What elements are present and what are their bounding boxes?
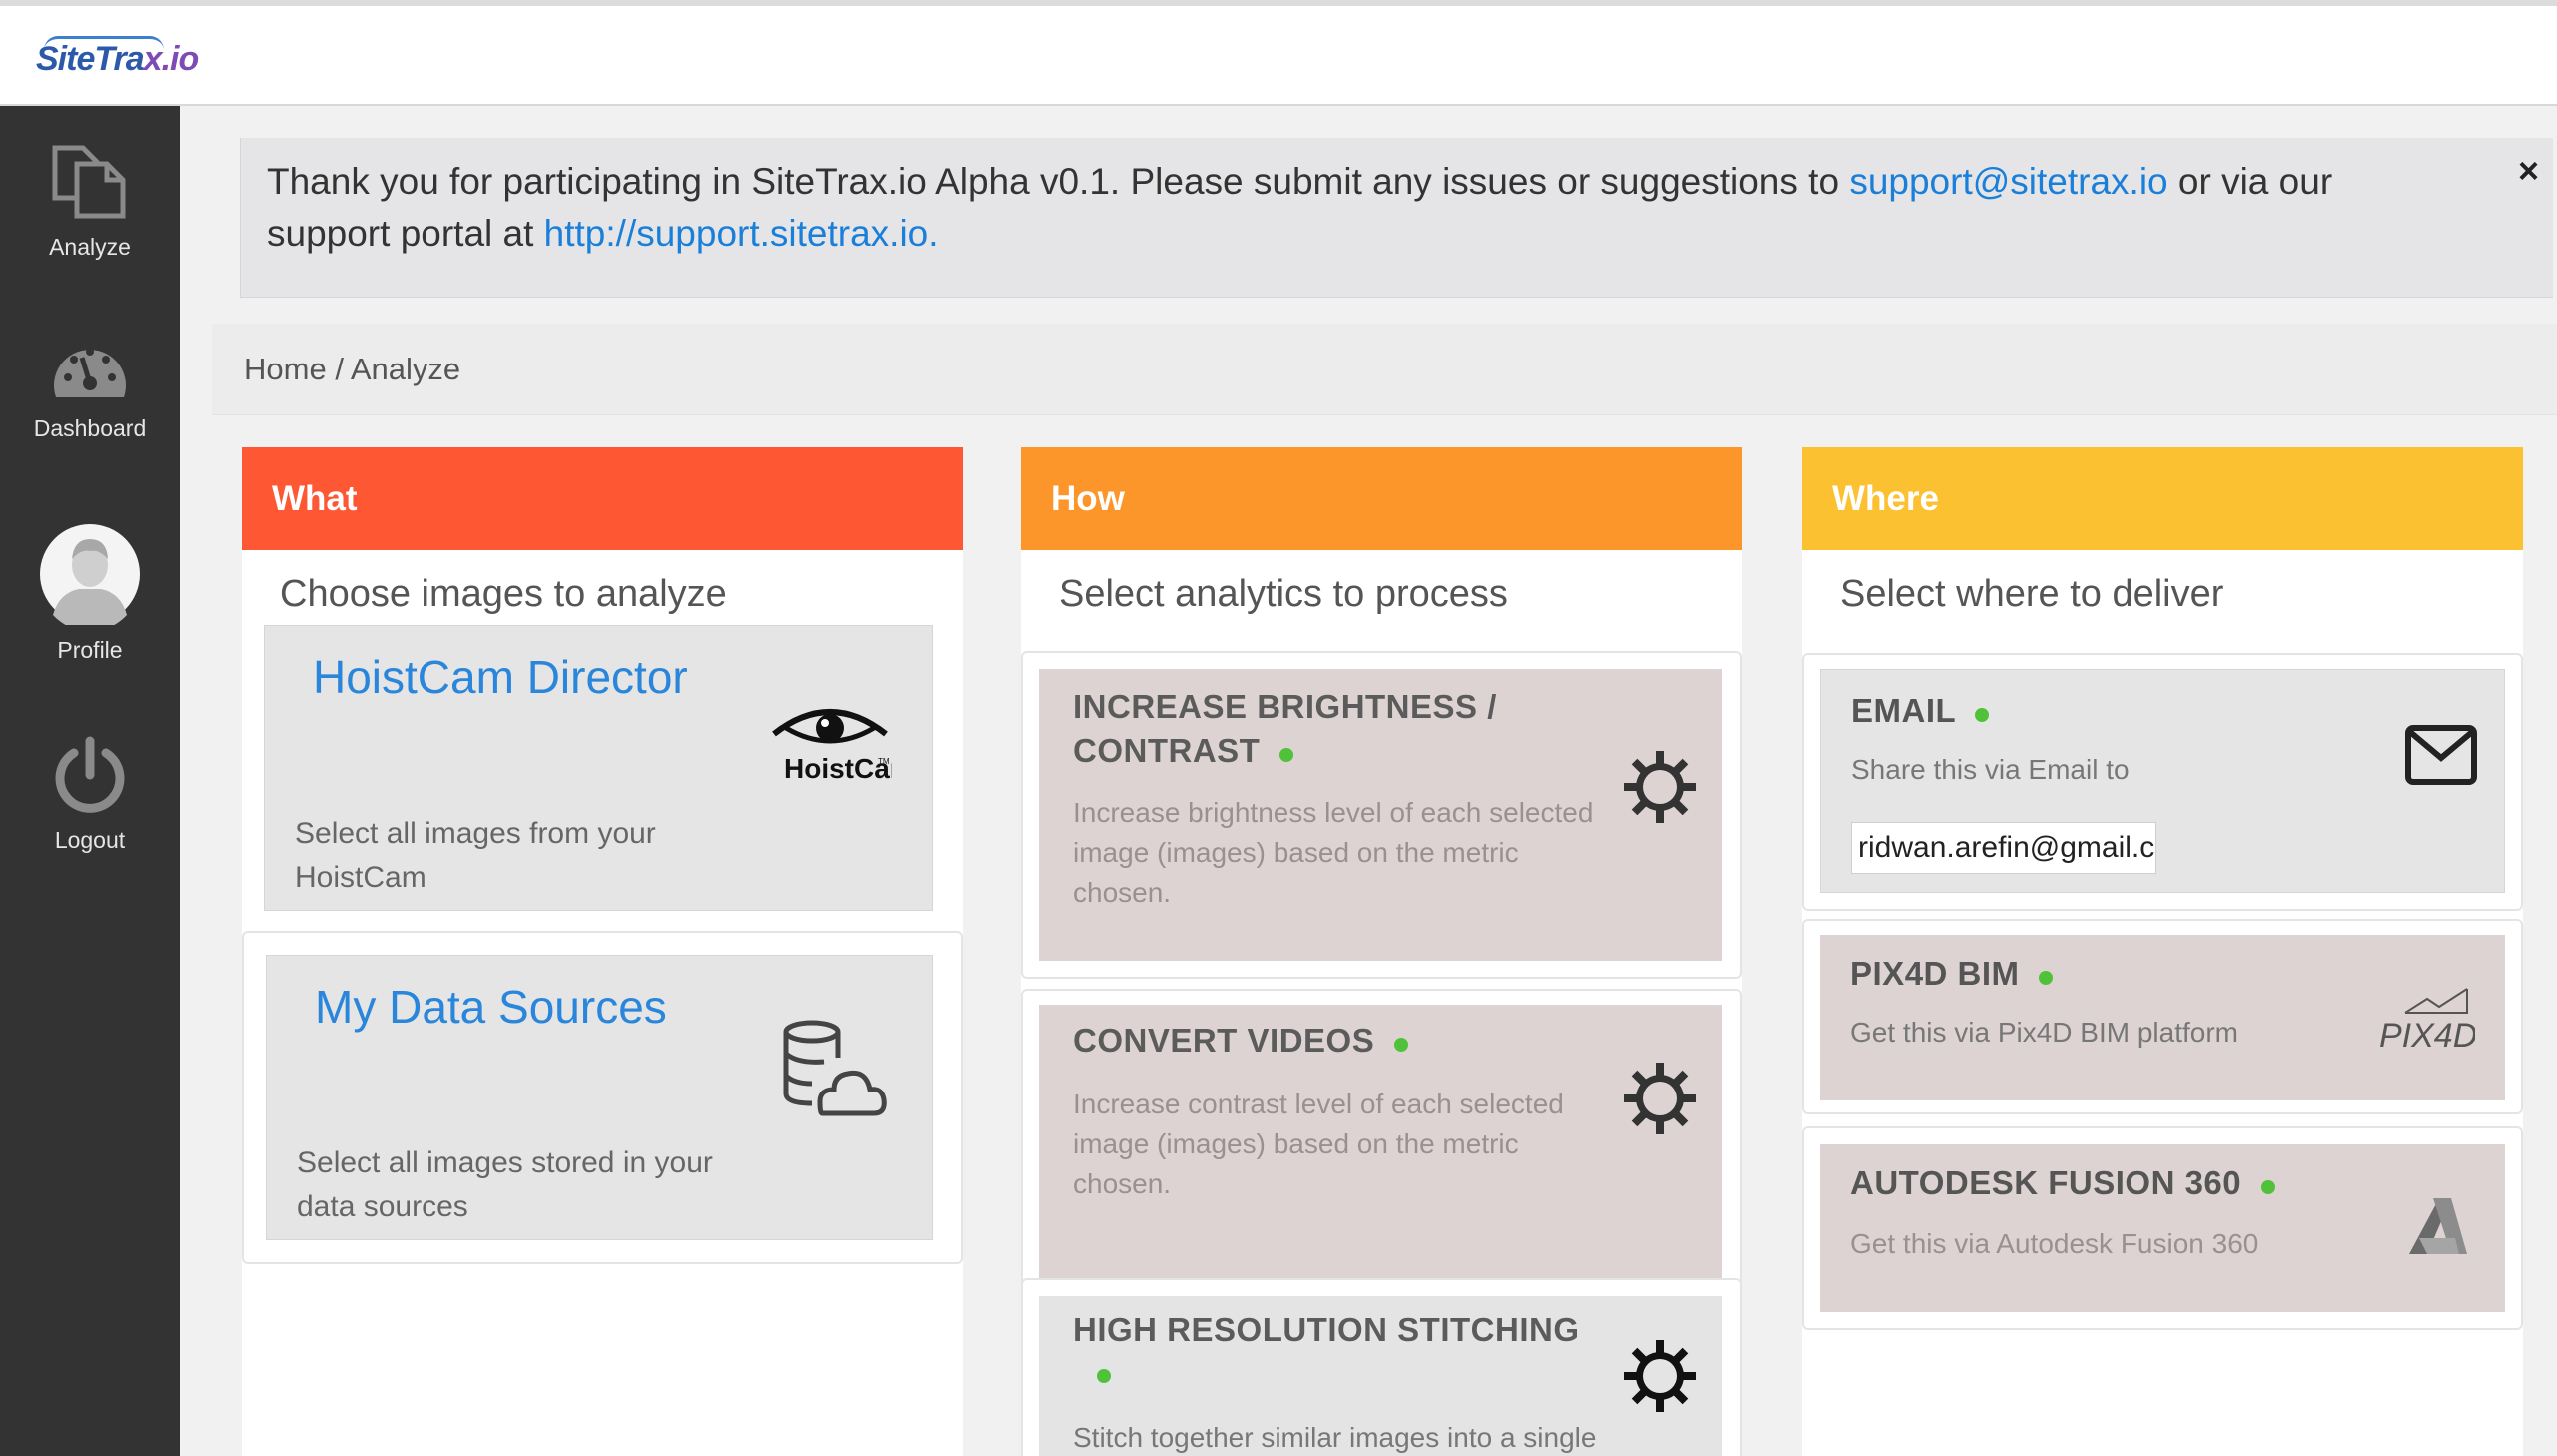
gear-icon[interactable]: [1624, 1063, 1696, 1134]
sidebar-item-label: Profile: [57, 637, 123, 663]
source-description: Select all images stored in your data so…: [297, 1146, 713, 1223]
banner-message: Thank you for participating in SiteTrax.…: [267, 161, 2333, 254]
breadcrumb-current: Analyze: [350, 352, 461, 386]
sidebar-item-label: Logout: [54, 827, 126, 853]
app-header: SiteTrax.io: [0, 6, 2557, 106]
analytic-card-brightness[interactable]: INCREASE BRIGHTNESS / CONTRAST Increase …: [1039, 669, 1722, 961]
analytic-title: INCREASE BRIGHTNESS / CONTRAST: [1073, 688, 1497, 769]
breadcrumb-bar: Home / Analyze: [212, 324, 2557, 415]
logo-swoosh: [44, 36, 164, 50]
analytic-card-convert-videos[interactable]: CONVERT VIDEOS Increase contrast level o…: [1039, 1005, 1722, 1298]
hoistcam-logo-text: HoistCam: [784, 753, 892, 784]
status-dot: [1097, 1369, 1111, 1383]
destination-description: Get this via Pix4D BIM platform: [1850, 1017, 2239, 1048]
what-subtitle: Choose images to analyze: [280, 573, 727, 615]
analytic-title: HIGH RESOLUTION STITCHING: [1073, 1308, 1580, 1392]
power-icon: [55, 736, 125, 813]
autodesk-logo: [2409, 1198, 2467, 1254]
how-header: How: [1021, 447, 1742, 550]
speedometer-icon: [54, 348, 126, 397]
sidebar: Analyze Dashboard Profile Logout: [0, 106, 180, 1456]
how-subtitle: Select analytics to process: [1059, 573, 1508, 615]
destination-card-email[interactable]: EMAIL Share this via Email to ridwan.are…: [1820, 669, 2505, 893]
sidebar-item-dashboard[interactable]: Dashboard: [0, 338, 180, 442]
destination-title: EMAIL: [1851, 692, 1989, 730]
gear-icon[interactable]: [1624, 751, 1696, 823]
sidebar-item-analyze[interactable]: Analyze: [0, 136, 180, 261]
support-portal-link[interactable]: http://support.sitetrax.io.: [544, 213, 939, 254]
sidebar-item-label: Dashboard: [33, 415, 147, 441]
sidebar-item-logout[interactable]: Logout: [0, 735, 180, 854]
sidebar-item-profile[interactable]: Profile: [0, 523, 180, 664]
email-field[interactable]: ridwan.arefin@gmail.com: [1851, 822, 2156, 874]
where-subtitle: Select where to deliver: [1840, 573, 2224, 615]
destination-description: Share this via Email to: [1851, 754, 2130, 785]
status-dot: [1393, 1038, 1408, 1052]
status-dot: [2038, 971, 2053, 985]
destination-description: Get this via Autodesk Fusion 360: [1850, 1228, 2259, 1259]
where-column: Where Select where to deliver EMAIL Shar…: [1802, 447, 2523, 1456]
destination-title: AUTODESK FUSION 360: [1850, 1164, 2275, 1202]
what-column: What Choose images to analyze HoistCam D…: [242, 447, 963, 1456]
what-header: What: [242, 447, 963, 550]
source-title: My Data Sources: [315, 981, 667, 1033]
pix4d-logo-text: PIX4D: [2379, 1017, 2475, 1055]
source-card-my-data[interactable]: My Data Sources Select all images stored…: [266, 955, 933, 1240]
analytic-title: CONVERT VIDEOS: [1073, 1019, 1408, 1063]
destination-card-pix4d[interactable]: PIX4D BIM Get this via Pix4D BIM platfor…: [1820, 935, 2505, 1100]
analytic-description: Increase brightness level of each select…: [1073, 797, 1594, 908]
sidebar-item-label: Analyze: [49, 234, 131, 260]
breadcrumb-home[interactable]: Home: [244, 352, 327, 386]
svg-text:TM: TM: [878, 757, 890, 766]
breadcrumb: Home / Analyze: [244, 352, 461, 386]
source-card-hoistcam[interactable]: HoistCam Director HoistCam TM Select all…: [264, 625, 933, 911]
support-email-link[interactable]: support@sitetrax.io: [1849, 161, 2167, 202]
status-dot: [2260, 1180, 2275, 1194]
where-header: Where: [1802, 447, 2523, 550]
source-title: HoistCam Director: [313, 651, 688, 703]
envelope-icon[interactable]: [2404, 724, 2478, 786]
close-icon[interactable]: ×: [2518, 150, 2539, 192]
gear-icon[interactable]: [1624, 1340, 1696, 1412]
destination-title: PIX4D BIM: [1850, 955, 2053, 993]
source-description: Select all images from your HoistCam: [295, 817, 656, 894]
how-column: How Select analytics to process INCREASE…: [1021, 447, 1742, 1456]
pix4d-logo: PIX4D: [2379, 988, 2475, 1055]
destination-card-autodesk[interactable]: AUTODESK FUSION 360 Get this via Autodes…: [1820, 1144, 2505, 1312]
analytic-card-stitching[interactable]: HIGH RESOLUTION STITCHING Stitch togethe…: [1039, 1296, 1722, 1456]
analytic-description: Increase contrast level of each selected…: [1073, 1089, 1564, 1199]
hoistcam-logo: HoistCam TM: [772, 709, 892, 784]
status-dot: [1278, 748, 1293, 762]
copy-pages-icon: [52, 145, 126, 219]
status-dot: [1974, 708, 1989, 722]
analytic-description: Stitch together similar images into a si…: [1073, 1422, 1597, 1453]
database-cloud-icon: [783, 1020, 887, 1116]
avatar: [40, 524, 140, 625]
alpha-notice-banner: Thank you for participating in SiteTrax.…: [240, 138, 2553, 298]
